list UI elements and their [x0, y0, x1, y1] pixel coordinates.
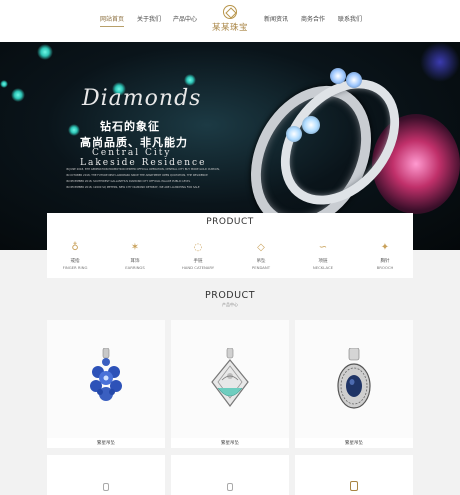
- nav-about[interactable]: 关于我们: [137, 14, 161, 23]
- nav-business[interactable]: 商务合作: [301, 14, 325, 23]
- category-item-earrings[interactable]: ✶ 耳饰 EARRINGS: [115, 241, 155, 270]
- teal-glow-dot: [37, 44, 53, 60]
- category-item-brooch[interactable]: ✦ 胸针 BROOCH: [365, 241, 405, 270]
- product-card[interactable]: [171, 455, 289, 495]
- products-section-subtitle: 产品中心: [222, 302, 238, 307]
- banner-city-line-1: Central City: [92, 148, 172, 158]
- banner-city-line-2: Lakeside Residence: [80, 158, 207, 168]
- necklace-icon: ∽: [318, 242, 328, 253]
- diamond-stone: [346, 72, 362, 88]
- diamond-stone: [286, 126, 302, 142]
- category-label-cn: 戒指: [70, 259, 80, 264]
- category-label-en: BROOCH: [376, 265, 394, 270]
- banner-heading: Diamonds: [82, 86, 202, 111]
- banner-slogan-1: 钻石的象征: [100, 120, 160, 133]
- product-card[interactable]: [295, 455, 413, 495]
- product-image: [171, 320, 289, 438]
- teal-glow-dot: [0, 80, 8, 88]
- products-section-title: PRODUCT: [204, 290, 255, 301]
- site-logo[interactable]: 某某珠宝: [206, 5, 254, 37]
- oval-sapphire-pendant-image: [337, 348, 371, 409]
- silver-jade-pendant-image: [211, 348, 249, 407]
- site-header: 网站首页 关于我们 产品中心 某某珠宝 新闻资讯 商务合作 联系我们: [0, 0, 460, 42]
- category-label-en: NECKLACE: [312, 265, 334, 270]
- teal-glow-dot: [184, 74, 196, 86]
- diamond-logo-icon: [223, 5, 237, 19]
- banner-small-text: IN DECEMBER 2018, SOUTHWEST GALLANTHUS D…: [66, 180, 191, 183]
- blue-flower-image: [420, 42, 460, 82]
- category-label-en: EARRINGS: [125, 265, 145, 270]
- nav-news[interactable]: 新闻资讯: [264, 14, 288, 23]
- category-panel-title: PRODUCT: [206, 217, 254, 227]
- product-card[interactable]: 繁星吊坠: [47, 320, 165, 448]
- category-label-cn: 耳饰: [130, 259, 140, 264]
- category-label-cn: 项链: [318, 259, 328, 264]
- category-label-cn: 手链: [193, 259, 203, 264]
- nav-contact[interactable]: 联系我们: [338, 14, 362, 23]
- blue-sapphire-pendant-image: [90, 348, 122, 401]
- ring-icon: ♁: [71, 242, 79, 253]
- diamond-stone: [330, 68, 346, 84]
- product-image: [47, 320, 165, 438]
- product-name: 繁星吊坠: [221, 441, 239, 446]
- category-label-en: FINGER RING: [62, 265, 88, 270]
- diamond-stone: [302, 116, 320, 134]
- nav-products[interactable]: 产品中心: [173, 14, 197, 23]
- product-name: 繁星吊坠: [97, 441, 115, 446]
- banner-small-text: IN DECEMBER 2018, 12000 SQ METERS, NEW C…: [66, 186, 200, 189]
- pendant-bail-image: [227, 483, 233, 491]
- product-name: 繁星吊坠: [345, 441, 363, 446]
- category-item-necklace[interactable]: ∽ 项链 NECKLACE: [303, 241, 343, 270]
- category-label-cn: 胸针: [380, 259, 390, 264]
- bracelet-icon: ◌: [193, 242, 203, 253]
- product-card[interactable]: [47, 455, 165, 495]
- nav-home[interactable]: 网站首页: [100, 14, 125, 27]
- teal-glow-dot: [11, 88, 25, 102]
- earring-icon: ✶: [130, 242, 140, 253]
- pendant-icon: ◇: [257, 242, 265, 253]
- pendant-bail-image: [350, 481, 358, 491]
- banner-small-text: IN OCTOBER 2018, THE FUTURE NEW LANDMARK…: [66, 174, 208, 177]
- teal-glow-dot: [68, 124, 80, 136]
- category-label-en: HAND CATENARY: [181, 265, 215, 270]
- brooch-icon: ✦: [380, 242, 390, 253]
- category-item-bracelet[interactable]: ◌ 手链 HAND CATENARY: [178, 241, 218, 270]
- banner-small-text: IN JUNE 2018, 8TH GENERATION PROMOTION C…: [66, 168, 220, 171]
- category-label-en: PENDANT: [251, 265, 271, 270]
- product-image: [295, 320, 413, 438]
- product-category-panel: PRODUCT ♁ 戒指 FINGER RING ✶ 耳饰 EARRINGS ◌…: [47, 213, 413, 278]
- category-item-pendant[interactable]: ◇ 吊坠 PENDANT: [241, 241, 281, 270]
- product-card[interactable]: 繁星吊坠: [295, 320, 413, 448]
- pendant-bail-image: [103, 483, 109, 491]
- product-card[interactable]: 繁星吊坠: [171, 320, 289, 448]
- category-item-ring[interactable]: ♁ 戒指 FINGER RING: [55, 241, 95, 270]
- category-label-cn: 吊坠: [256, 259, 266, 264]
- logo-text: 某某珠宝: [211, 23, 248, 33]
